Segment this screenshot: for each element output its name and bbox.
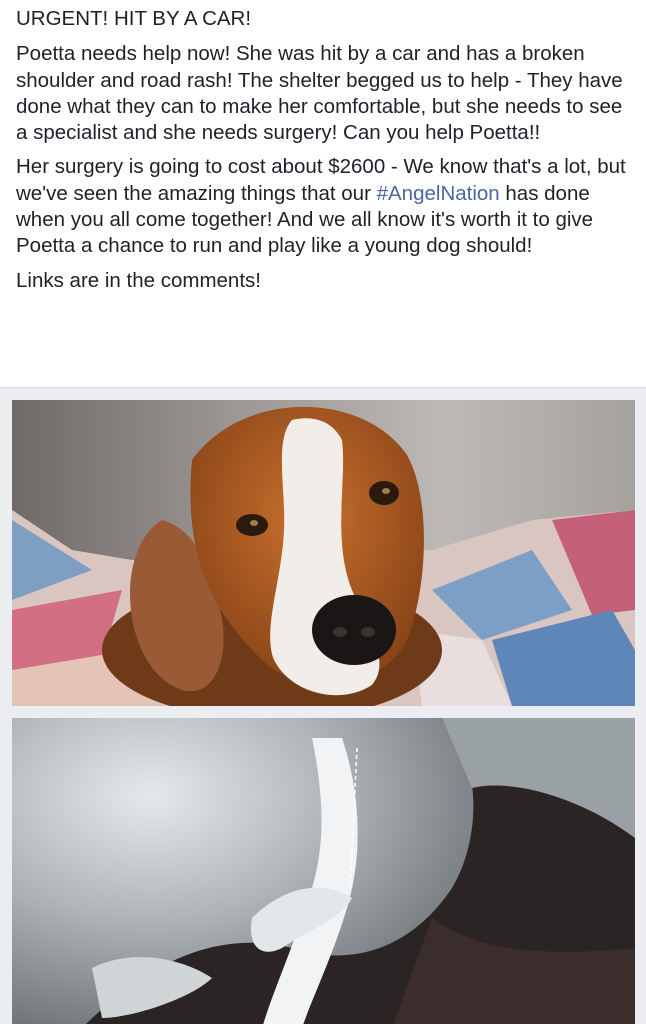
dog-photo[interactable] (12, 400, 635, 706)
hashtag-link[interactable]: #AngelNation (377, 182, 500, 205)
post-paragraph-2: Her surgery is going to cost about $2600… (16, 154, 636, 259)
xray-photo-image (12, 718, 635, 1024)
post-paragraph-3: Links are in the comments! (16, 268, 261, 292)
post-paragraph-1: Poetta needs help now! She was hit by a … (16, 42, 623, 145)
post-headline: URGENT! HIT BY A CAR! (16, 7, 252, 30)
dog-photo-image (12, 400, 635, 706)
post-media-grid (0, 387, 646, 1024)
xray-photo[interactable] (12, 718, 635, 1024)
post-text: URGENT! HIT BY A CAR! Poetta needs help … (16, 6, 636, 302)
